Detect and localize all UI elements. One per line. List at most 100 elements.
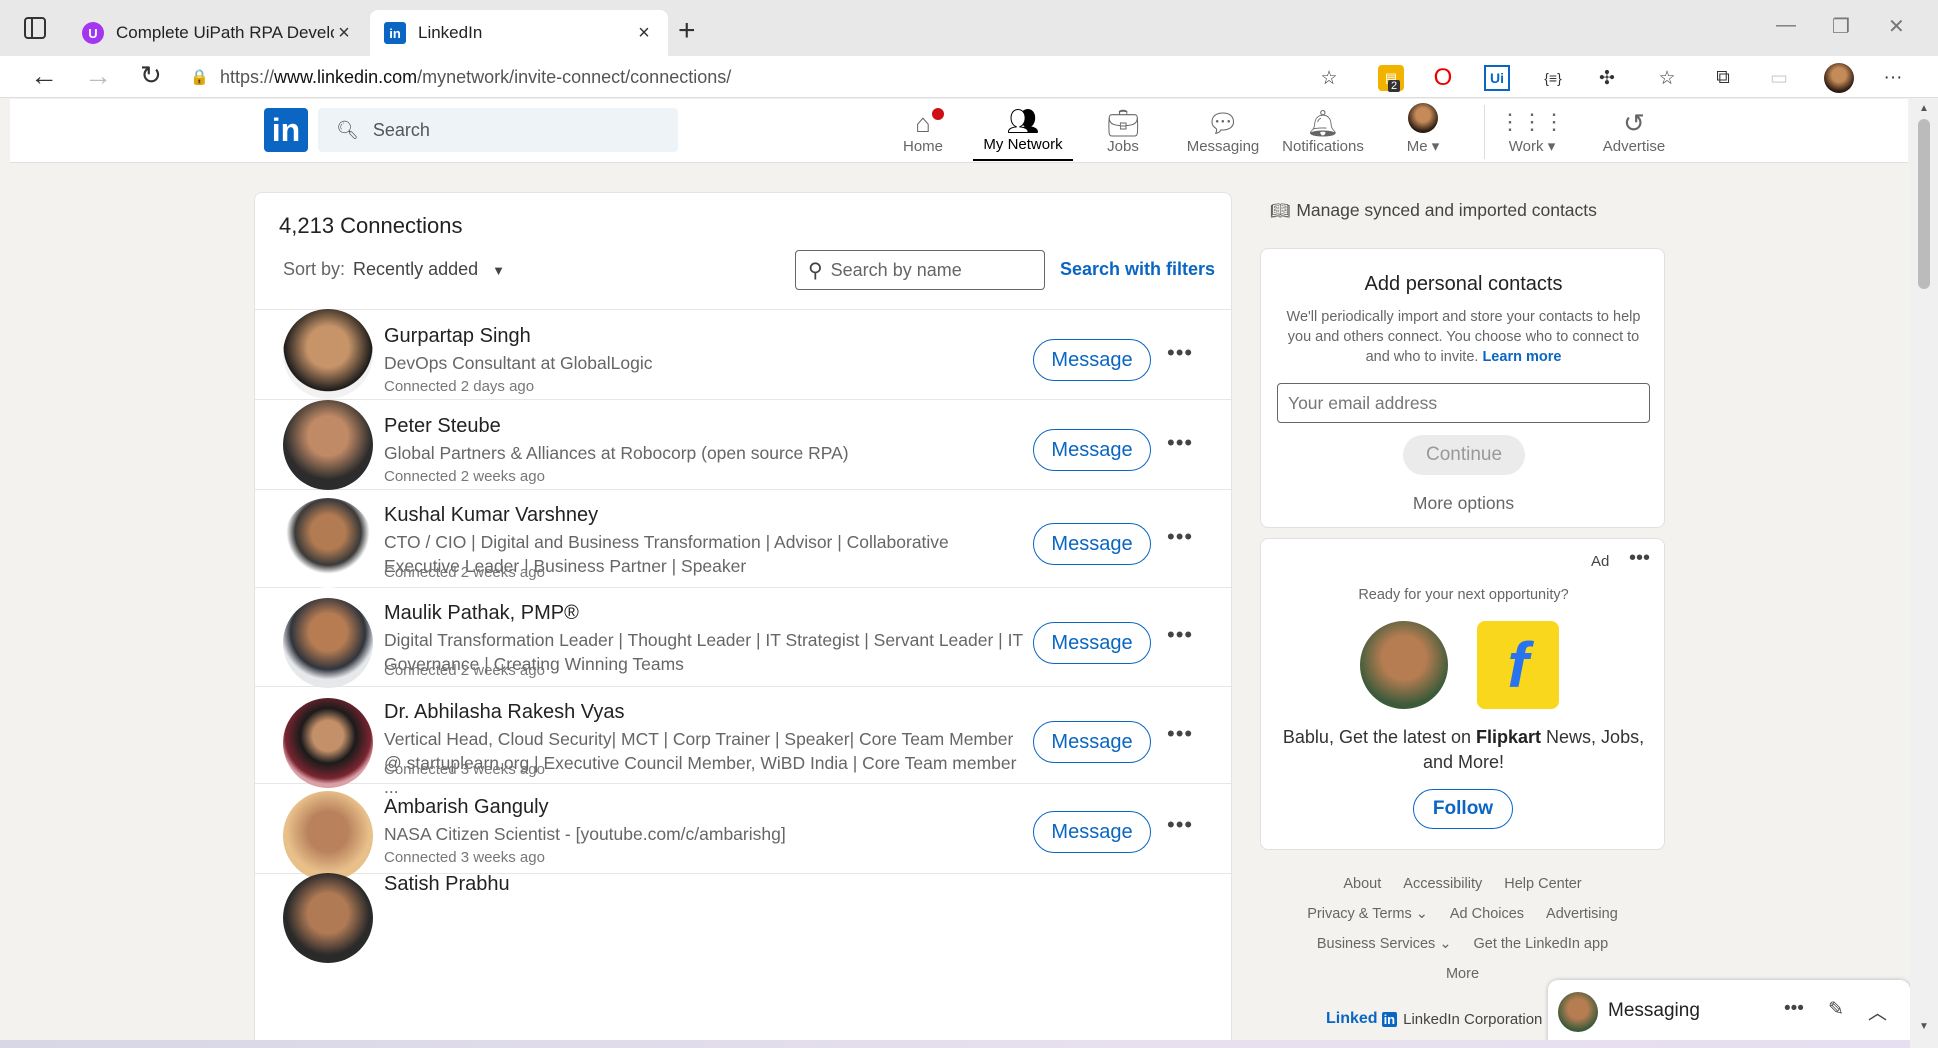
url-field[interactable]: 🔒 https://www.linkedin.com/mynetwork/inv… (190, 59, 1350, 95)
add-contacts-card: Add personal contacts We'll periodically… (1260, 248, 1665, 528)
global-search-input[interactable]: 🔍︎ Search (318, 108, 678, 152)
nav-label: Notifications (1282, 138, 1364, 155)
more-options-icon[interactable]: ••• (1167, 430, 1193, 456)
settings-more-icon[interactable]: ··· (1880, 65, 1906, 91)
nav-advertise[interactable]: ↺ Advertise (1584, 103, 1684, 161)
back-icon[interactable]: ← (30, 60, 58, 92)
continue-button[interactable]: Continue (1403, 435, 1525, 475)
linkedin-icon: in (384, 22, 406, 44)
favorite-add-icon[interactable]: ☆ (1316, 65, 1342, 91)
nav-label: Me (1406, 138, 1428, 155)
nav-messaging[interactable]: 💬︎ Messaging (1173, 103, 1273, 161)
footer-link-more[interactable]: More (1446, 966, 1479, 982)
message-button[interactable]: Message (1033, 339, 1151, 381)
footer-link-help-center[interactable]: Help Center (1504, 876, 1581, 892)
taskbar-edge (0, 1040, 1910, 1048)
messaging-widget[interactable]: Messaging ••• ✎ ︿ (1548, 980, 1910, 1048)
advertise-icon: ↺ (1623, 108, 1645, 138)
avatar[interactable] (283, 400, 373, 490)
compose-icon[interactable]: ✎ (1828, 998, 1844, 1021)
message-button[interactable]: Message (1033, 429, 1151, 471)
connection-name[interactable]: Satish Prabhu (384, 873, 510, 896)
avatar[interactable] (283, 791, 373, 881)
connection-name[interactable]: Dr. Abhilasha Rakesh Vyas (384, 701, 625, 724)
close-tab-icon[interactable]: × (334, 22, 354, 45)
close-tab-icon[interactable]: × (634, 22, 654, 45)
nav-notifications[interactable]: 🔔︎ Notifications (1273, 103, 1373, 161)
footer-link-about[interactable]: About (1343, 876, 1381, 892)
message-button[interactable]: Message (1033, 811, 1151, 853)
forward-icon[interactable]: → (84, 60, 112, 92)
avatar[interactable] (283, 598, 373, 688)
new-tab-button[interactable]: + (678, 14, 696, 48)
footer-link-accessibility[interactable]: Accessibility (1403, 876, 1482, 892)
app-icon[interactable]: ▭ (1766, 65, 1792, 91)
avatar[interactable] (283, 309, 373, 399)
ad-more-icon[interactable]: ••• (1629, 547, 1650, 570)
json-icon[interactable]: {≡} (1540, 65, 1566, 91)
tab-actions-icon[interactable] (24, 17, 46, 39)
avatar[interactable] (283, 873, 373, 963)
connected-time: Connected 2 weeks ago (384, 468, 545, 485)
corporation-text: LinkedIn Corporation (1403, 1010, 1543, 1028)
tab-uipath[interactable]: U Complete UiPath RPA Developer × (68, 10, 368, 56)
more-options-icon[interactable]: ••• (1167, 524, 1193, 550)
uipath-icon[interactable]: Ui (1484, 65, 1510, 91)
learn-more-link[interactable]: Learn more (1482, 349, 1561, 365)
search-by-name-input[interactable]: ⚲ Search by name (795, 250, 1045, 290)
footer-link-privacy-terms[interactable]: Privacy & Terms ⌄ (1307, 906, 1428, 922)
message-button[interactable]: Message (1033, 523, 1151, 565)
message-button[interactable]: Message (1033, 721, 1151, 763)
nav-home[interactable]: ⌂ Home (873, 103, 973, 161)
vertical-scrollbar[interactable]: ▲ ▼ (1910, 99, 1938, 1048)
refresh-icon[interactable]: ↻ (140, 60, 162, 91)
follow-button[interactable]: Follow (1413, 789, 1513, 829)
footer-link-ad-choices[interactable]: Ad Choices (1450, 906, 1524, 922)
more-options-icon[interactable]: ••• (1167, 812, 1193, 838)
scroll-down-icon[interactable]: ▼ (1919, 1021, 1929, 1032)
avatar[interactable] (283, 698, 373, 788)
search-with-filters-link[interactable]: Search with filters (1060, 259, 1215, 280)
avatar[interactable] (283, 498, 373, 588)
footer-link-business-services[interactable]: Business Services ⌄ (1317, 936, 1452, 952)
scrollbar-thumb[interactable] (1918, 119, 1930, 289)
footer-link-advertising[interactable]: Advertising (1546, 906, 1618, 922)
connection-name[interactable]: Gurpartap Singh (384, 325, 531, 348)
nav-my-network[interactable]: 👥︎ My Network (973, 103, 1073, 161)
more-options-icon[interactable]: ••• (1167, 721, 1193, 747)
opera-icon[interactable]: O (1430, 64, 1456, 91)
sort-value: Recently added (353, 259, 479, 279)
connection-row: Maulik Pathak, PMP® Digital Transformati… (255, 588, 1231, 688)
message-button[interactable]: Message (1033, 622, 1151, 664)
manage-contacts-link[interactable]: 📖︎ Manage synced and imported contacts (1270, 200, 1597, 221)
scroll-up-icon[interactable]: ▲ (1919, 103, 1929, 114)
linkedin-logo[interactable]: in (264, 108, 308, 152)
profile-avatar[interactable] (1824, 63, 1854, 93)
footer-link-get-app[interactable]: Get the LinkedIn app (1474, 936, 1609, 952)
close-window-icon[interactable]: ✕ (1888, 14, 1905, 39)
add-contacts-title: Add personal contacts (1364, 273, 1563, 295)
manage-contacts-label: Manage synced and imported contacts (1296, 200, 1597, 220)
nav-work[interactable]: ⋮⋮⋮ Work ▾ (1482, 103, 1582, 161)
chevron-up-icon[interactable]: ︿ (1868, 998, 1887, 1025)
favorites-icon[interactable]: ☆ (1654, 65, 1680, 91)
messaging-title: Messaging (1608, 1000, 1700, 1021)
collections-icon[interactable]: ⧉ (1710, 65, 1736, 91)
connection-name[interactable]: Ambarish Ganguly (384, 796, 549, 819)
nav-me[interactable]: Me ▾ (1373, 103, 1473, 161)
more-options-icon[interactable]: ••• (1167, 622, 1193, 648)
nav-jobs[interactable]: 💼︎ Jobs (1073, 103, 1173, 161)
more-options-link[interactable]: More options (1261, 493, 1666, 514)
connection-name[interactable]: Kushal Kumar Varshney (384, 504, 598, 527)
email-field[interactable]: Your email address (1277, 383, 1650, 423)
avatar (1408, 103, 1438, 133)
restore-icon[interactable]: ❐ (1832, 14, 1850, 39)
tab-linkedin[interactable]: in LinkedIn × (370, 10, 668, 56)
sort-dropdown[interactable]: Sort by: Recently added ▼ (283, 259, 505, 280)
minimize-icon[interactable]: — (1776, 14, 1796, 37)
extensions-puzzle-icon[interactable]: ✣ (1594, 65, 1620, 91)
connection-name[interactable]: Maulik Pathak, PMP® (384, 602, 579, 625)
connection-name[interactable]: Peter Steube (384, 415, 501, 438)
more-options-icon[interactable]: ••• (1167, 340, 1193, 366)
more-options-icon[interactable]: ••• (1784, 998, 1804, 1020)
